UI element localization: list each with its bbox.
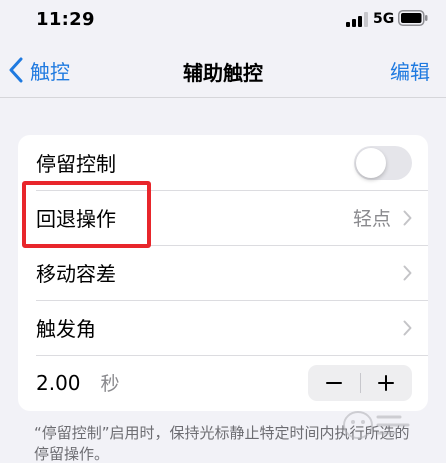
watermark-logo-icon	[343, 411, 410, 439]
decrement-button[interactable]	[308, 365, 360, 401]
duration-stepper	[308, 364, 413, 401]
chevron-right-icon	[403, 210, 412, 225]
dwell-control-row: 停留控制	[18, 135, 428, 190]
battery-icon	[398, 10, 428, 26]
signal-icon	[346, 12, 368, 27]
network-label: 5G	[373, 11, 395, 27]
minus-icon	[325, 381, 342, 384]
plus-icon	[378, 374, 395, 391]
chevron-right-icon	[403, 320, 412, 335]
page-title: 辅助触控	[183, 61, 263, 85]
hot-corners-row[interactable]: 触发角	[18, 300, 428, 355]
row-label: 移动容差	[36, 262, 116, 286]
status-time: 11:29	[36, 9, 95, 30]
duration-unit: 秒	[100, 373, 120, 395]
toggle-knob	[356, 147, 386, 178]
status-bar: 11:29 5G	[0, 0, 446, 40]
movement-tolerance-row[interactable]: 移动容差	[18, 245, 428, 300]
fallback-action-row[interactable]: 回退操作 轻点	[18, 190, 428, 245]
dwell-control-toggle[interactable]	[354, 145, 412, 180]
edit-button[interactable]: 编辑	[390, 56, 430, 85]
settings-card: 停留控制 回退操作 轻点 移动容差 触发角 2.00 秒	[18, 135, 428, 411]
row-label: 触发角	[36, 317, 96, 341]
chevron-right-icon	[403, 265, 412, 280]
row-value: 轻点	[352, 208, 391, 230]
navigation-bar: 触控 辅助触控 编辑	[0, 40, 446, 98]
row-label: 回退操作	[36, 207, 116, 231]
dwell-duration-row: 2.00 秒	[18, 355, 428, 410]
duration-value: 2.00	[36, 370, 81, 395]
increment-button[interactable]	[361, 365, 413, 401]
row-label: 停留控制	[36, 152, 116, 176]
